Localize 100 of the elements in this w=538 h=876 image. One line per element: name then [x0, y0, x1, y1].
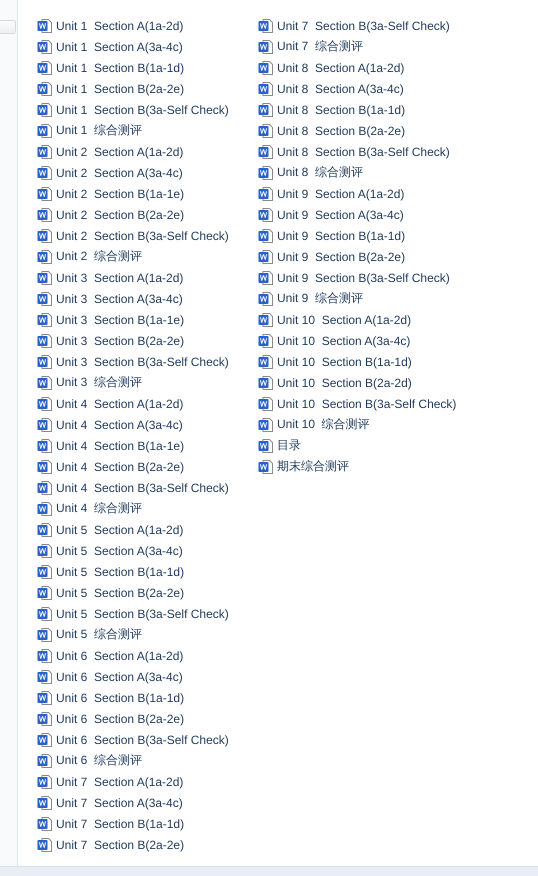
word-document-icon [258, 438, 274, 454]
word-document-icon [258, 248, 274, 264]
word-document-icon [37, 668, 53, 684]
word-document-icon [258, 60, 274, 76]
word-document-icon [258, 122, 274, 138]
file-item[interactable]: Unit 4 Section A(3a-4c) [37, 414, 258, 435]
word-document-icon [37, 522, 53, 538]
word-document-icon [258, 144, 274, 160]
file-item[interactable]: Unit 10 综合测评 [258, 414, 479, 435]
word-document-icon [258, 228, 274, 244]
word-document-icon [37, 332, 53, 348]
file-item[interactable]: Unit 2 综合测评 [37, 246, 258, 267]
file-item[interactable]: Unit 2 Section B(2a-2e) [37, 204, 258, 225]
word-document-icon [37, 606, 53, 622]
word-document-icon [37, 102, 53, 118]
file-item[interactable]: Unit 6 Section B(2a-2e) [37, 708, 258, 729]
file-item[interactable]: Unit 5 Section B(1a-1d) [37, 561, 258, 582]
file-item[interactable]: Unit 3 Section B(1a-1e) [37, 309, 258, 330]
file-item[interactable]: Unit 4 Section B(2a-2e) [37, 456, 258, 477]
file-item[interactable]: Unit 6 Section A(3a-4c) [37, 666, 258, 687]
file-item[interactable]: Unit 2 Section A(3a-4c) [37, 162, 258, 183]
file-item[interactable]: Unit 7 Section B(2a-2e) [37, 834, 258, 855]
file-item[interactable]: Unit 3 Section A(3a-4c) [37, 288, 258, 309]
word-document-icon [37, 374, 53, 390]
word-document-icon [37, 564, 53, 580]
file-item[interactable]: Unit 8 Section B(1a-1d) [258, 99, 479, 120]
file-item[interactable]: Unit 1 Section A(3a-4c) [37, 36, 258, 57]
file-item[interactable]: Unit 5 Section B(3a-Self Check) [37, 603, 258, 624]
word-document-icon [37, 752, 53, 768]
word-document-icon [37, 648, 53, 664]
file-item[interactable]: Unit 9 综合测评 [258, 288, 479, 309]
word-document-icon [37, 144, 53, 160]
word-document-icon [37, 248, 53, 264]
file-item[interactable]: Unit 8 综合测评 [258, 162, 479, 183]
file-item[interactable]: 目录 [258, 435, 479, 456]
file-item[interactable]: Unit 7 Section A(1a-2d) [37, 771, 258, 792]
file-item[interactable]: Unit 6 Section B(1a-1d) [37, 687, 258, 708]
file-item[interactable]: Unit 7 Section B(3a-Self Check) [258, 15, 479, 36]
word-document-icon [258, 164, 274, 180]
file-item[interactable]: Unit 1 Section B(2a-2e) [37, 78, 258, 99]
word-document-icon [37, 164, 53, 180]
file-item[interactable]: Unit 10 Section B(3a-Self Check) [258, 393, 479, 414]
word-document-icon [258, 38, 274, 54]
file-item[interactable]: Unit 7 Section A(3a-4c) [37, 792, 258, 813]
file-item[interactable]: Unit 1 综合测评 [37, 120, 258, 141]
word-document-icon [37, 228, 53, 244]
file-item[interactable]: Unit 2 Section A(1a-2d) [37, 141, 258, 162]
file-item[interactable]: Unit 2 Section B(1a-1e) [37, 183, 258, 204]
file-item[interactable]: Unit 9 Section B(3a-Self Check) [258, 267, 479, 288]
word-document-icon [37, 480, 53, 496]
file-item[interactable]: Unit 8 Section A(1a-2d) [258, 57, 479, 78]
file-item[interactable]: Unit 3 综合测评 [37, 372, 258, 393]
file-item[interactable]: Unit 10 Section B(2a-2d) [258, 372, 479, 393]
word-document-icon [37, 396, 53, 412]
file-item[interactable]: Unit 10 Section B(1a-1d) [258, 351, 479, 372]
file-item[interactable]: Unit 7 Section B(1a-1d) [37, 813, 258, 834]
word-document-icon [37, 38, 53, 54]
file-item[interactable]: Unit 8 Section A(3a-4c) [258, 78, 479, 99]
file-item[interactable]: Unit 3 Section B(2a-2e) [37, 330, 258, 351]
file-item[interactable]: Unit 8 Section B(3a-Self Check) [258, 141, 479, 162]
word-document-icon [258, 396, 274, 412]
word-document-icon [258, 18, 274, 34]
word-document-icon [37, 206, 53, 222]
file-item[interactable]: Unit 4 综合测评 [37, 498, 258, 519]
file-item[interactable]: Unit 6 综合测评 [37, 750, 258, 771]
file-item[interactable]: 期末综合测评 [258, 456, 479, 477]
file-item[interactable]: Unit 8 Section B(2a-2e) [258, 120, 479, 141]
file-item[interactable]: Unit 10 Section A(1a-2d) [258, 309, 479, 330]
file-item[interactable]: Unit 9 Section B(1a-1d) [258, 225, 479, 246]
file-item[interactable]: Unit 1 Section A(1a-2d) [37, 15, 258, 36]
file-item[interactable]: Unit 9 Section A(3a-4c) [258, 204, 479, 225]
file-item[interactable]: Unit 3 Section B(3a-Self Check) [37, 351, 258, 372]
file-item[interactable]: Unit 2 Section B(3a-Self Check) [37, 225, 258, 246]
file-item[interactable]: Unit 9 Section B(2a-2e) [258, 246, 479, 267]
word-document-icon [37, 18, 53, 34]
file-item[interactable]: Unit 9 Section A(1a-2d) [258, 183, 479, 204]
word-document-icon [258, 270, 274, 286]
word-document-icon [258, 416, 274, 432]
file-item[interactable]: Unit 5 Section B(2a-2e) [37, 582, 258, 603]
file-item[interactable]: Unit 4 Section B(3a-Self Check) [37, 477, 258, 498]
file-item[interactable]: Unit 7 综合测评 [258, 36, 479, 57]
word-document-icon [37, 80, 53, 96]
file-item[interactable]: Unit 5 Section A(3a-4c) [37, 540, 258, 561]
file-item[interactable]: Unit 4 Section B(1a-1e) [37, 435, 258, 456]
file-item[interactable]: Unit 5 Section A(1a-2d) [37, 519, 258, 540]
file-item[interactable]: Unit 1 Section B(1a-1d) [37, 57, 258, 78]
file-item[interactable]: Unit 5 综合测评 [37, 624, 258, 645]
word-document-icon [37, 290, 53, 306]
word-document-icon [37, 690, 53, 706]
file-item[interactable]: Unit 6 Section B(3a-Self Check) [37, 729, 258, 750]
word-document-icon [37, 458, 53, 474]
file-item[interactable]: Unit 1 Section B(3a-Self Check) [37, 99, 258, 120]
file-item[interactable]: Unit 3 Section A(1a-2d) [37, 267, 258, 288]
file-item[interactable]: Unit 10 Section A(3a-4c) [258, 330, 479, 351]
side-button[interactable] [0, 20, 16, 34]
word-document-icon [37, 354, 53, 370]
word-document-icon [37, 500, 53, 516]
word-document-icon [258, 374, 274, 390]
file-item[interactable]: Unit 4 Section A(1a-2d) [37, 393, 258, 414]
file-item[interactable]: Unit 6 Section A(1a-2d) [37, 645, 258, 666]
